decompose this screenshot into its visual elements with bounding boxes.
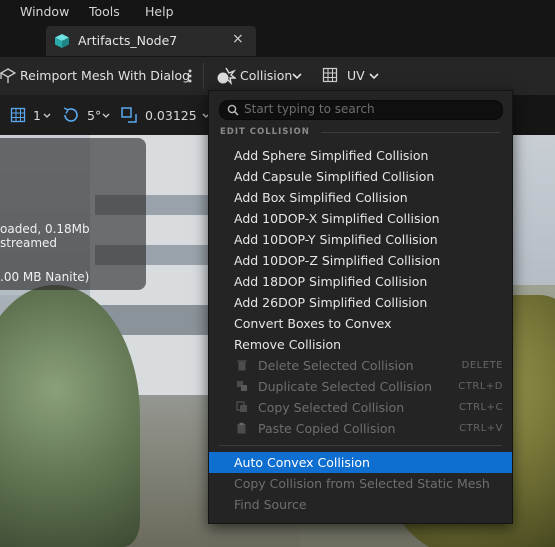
menu-item-label: Auto Convex Collision — [234, 455, 370, 470]
menu-item-find-source: Find Source — [209, 494, 512, 515]
menu-item-label: Add 18DOP Simplified Collision — [234, 274, 428, 289]
menu-item-label: Add 26DOP Simplified Collision — [234, 295, 428, 310]
menu-item-convert-boxes-to-convex[interactable]: Convert Boxes to Convex — [209, 313, 512, 334]
close-tab-button[interactable]: × — [232, 31, 244, 47]
section-header-edit-collision: EDIT COLLISION — [220, 127, 310, 137]
copy-icon — [236, 401, 247, 412]
menu-item-label: Add Sphere Simplified Collision — [234, 148, 429, 163]
menu-help[interactable]: Help — [145, 4, 174, 19]
menu-item-add-10dop-y-collision[interactable]: Add 10DOP-Y Simplified Collision — [209, 229, 512, 250]
menu-item-label: Convert Boxes to Convex — [234, 316, 392, 331]
menu-item-label: Add 10DOP-Z Simplified Collision — [234, 253, 441, 268]
menu-item-label: Add 10DOP-X Simplified Collision — [234, 211, 440, 226]
viewport-stats-overlay: oaded, 0.18Mb streamed .00 MB Nanite) — [0, 138, 146, 290]
scale-snap-icon — [121, 107, 137, 123]
chevron-down-icon — [292, 73, 302, 80]
menu-item-add-10dop-z-collision[interactable]: Add 10DOP-Z Simplified Collision — [209, 250, 512, 271]
stats-nanite-text: .00 MB Nanite) — [0, 270, 90, 284]
menu-item-duplicate-selected-collision: Duplicate Selected Collision CTRL+D — [209, 376, 512, 397]
shortcut-label: CTRL+C — [459, 402, 503, 413]
toolbar-divider — [203, 63, 204, 89]
menu-item-label: Copy Collision from Selected Static Mesh — [234, 476, 490, 491]
uv-grid-icon — [322, 67, 338, 83]
menu-item-paste-copied-collision: Paste Copied Collision CTRL+V — [209, 418, 512, 439]
shortcut-label: CTRL+D — [458, 381, 503, 392]
menu-item-label: Add Box Simplified Collision — [234, 190, 408, 205]
duplicate-icon — [237, 381, 247, 391]
chevron-down-icon — [369, 73, 379, 80]
grid-snap-value[interactable]: 1 — [33, 108, 41, 123]
menu-item-add-sphere-collision[interactable]: Add Sphere Simplified Collision — [209, 145, 512, 166]
menu-item-add-18dop-collision[interactable]: Add 18DOP Simplified Collision — [209, 271, 512, 292]
more-options-icon[interactable] — [186, 68, 194, 84]
viewport-toolbar: 1 5° 0.03125 — [0, 95, 215, 135]
search-input[interactable]: Start typing to search — [219, 100, 503, 120]
search-placeholder: Start typing to search — [244, 102, 375, 116]
menu-item-label: Remove Collision — [234, 337, 342, 352]
menu-item-add-box-collision[interactable]: Add Box Simplified Collision — [209, 187, 512, 208]
menu-item-auto-convex-collision[interactable]: Auto Convex Collision — [209, 452, 512, 473]
menu-item-delete-selected-collision: Delete Selected Collision DELETE — [209, 355, 512, 376]
collision-dropdown-menu: Start typing to search EDIT COLLISION Ad… — [208, 90, 513, 524]
uv-menu-button[interactable]: UV — [347, 68, 365, 83]
collision-menu-button[interactable]: Collision — [240, 68, 292, 83]
menu-tools[interactable]: Tools — [89, 4, 120, 19]
asset-tab[interactable]: Artifacts_Node7 × — [46, 26, 256, 56]
scale-snap-value[interactable]: 0.03125 — [145, 108, 197, 123]
paste-icon — [237, 422, 246, 434]
chevron-down-icon — [43, 113, 51, 118]
reimport-mesh-button[interactable]: Reimport Mesh With Dialog — [20, 68, 190, 83]
menu-item-copy-collision-from-selected-static-mesh: Copy Collision from Selected Static Mesh — [209, 473, 512, 494]
tab-title: Artifacts_Node7 — [78, 33, 178, 48]
shortcut-label: DELETE — [461, 360, 503, 371]
menu-divider — [219, 445, 502, 446]
menu-window[interactable]: Window — [20, 4, 69, 19]
menu-item-remove-collision[interactable]: Remove Collision — [209, 334, 512, 355]
menu-item-label: Add Capsule Simplified Collision — [234, 169, 435, 184]
static-mesh-icon — [55, 34, 69, 48]
menu-item-add-10dop-x-collision[interactable]: Add 10DOP-X Simplified Collision — [209, 208, 512, 229]
menu-item-copy-selected-collision: Copy Selected Collision CTRL+C — [209, 397, 512, 418]
chevron-down-icon — [102, 113, 110, 118]
menu-item-label: Delete Selected Collision — [258, 358, 414, 373]
search-icon — [227, 104, 239, 116]
menu-item-add-26dop-collision[interactable]: Add 26DOP Simplified Collision — [209, 292, 512, 313]
grid-snap-icon — [10, 107, 26, 123]
trash-icon — [237, 360, 247, 371]
menu-item-label: Copy Selected Collision — [258, 400, 405, 415]
shortcut-label: CTRL+V — [459, 423, 503, 434]
menu-item-label: Duplicate Selected Collision — [258, 379, 433, 394]
menu-item-label: Paste Copied Collision — [258, 421, 396, 436]
rotation-snap-icon — [63, 107, 78, 122]
menu-bar: Window Tools Help — [0, 0, 555, 24]
menu-item-label: Add 10DOP-Y Simplified Collision — [234, 232, 438, 247]
menu-item-add-capsule-collision[interactable]: Add Capsule Simplified Collision — [209, 166, 512, 187]
menu-item-label: Find Source — [234, 497, 307, 512]
rotation-snap-value[interactable]: 5° — [87, 108, 101, 123]
stats-streaming-text: oaded, 0.18Mb streamed — [0, 222, 90, 250]
collision-icon — [217, 67, 236, 86]
reimport-icon — [0, 68, 16, 83]
section-divider — [321, 132, 500, 133]
